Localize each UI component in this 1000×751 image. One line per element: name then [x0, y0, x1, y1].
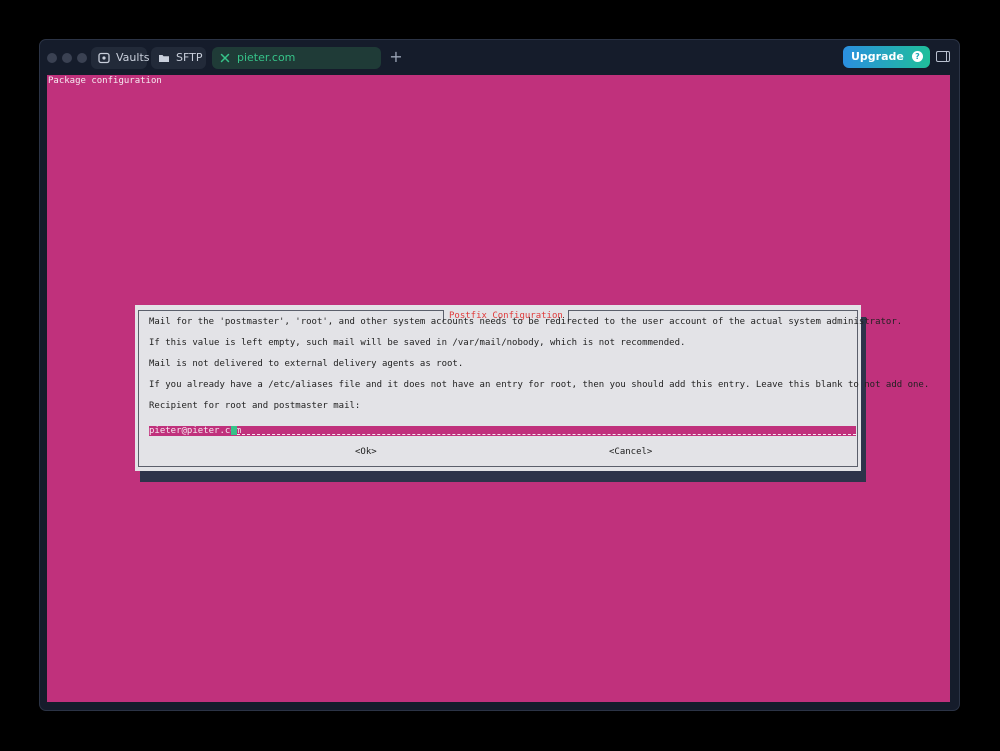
tab-vaults[interactable]: Vaults: [91, 47, 150, 69]
recipient-prompt: Recipient for root and postmaster mail:: [149, 401, 361, 411]
tab-label: Vaults: [116, 51, 150, 64]
close-window-button[interactable]: [47, 53, 57, 63]
input-fill-dashes: [237, 434, 856, 435]
postfix-dialog: Postfix Configuration Mail for the 'post…: [135, 305, 929, 471]
terminal-header: Package configuration: [48, 76, 162, 86]
sidebar-toggle-icon[interactable]: [936, 51, 950, 62]
close-tab-icon[interactable]: [219, 52, 231, 64]
new-tab-plus-icon[interactable]: +: [388, 46, 404, 68]
dialog-text-line: If you already have a /etc/aliases file …: [149, 380, 930, 390]
tab-label: pieter.com: [237, 51, 296, 64]
minimize-window-button[interactable]: [62, 53, 72, 63]
app-window: Vaults SFTP pieter.com + Upgrade now ? P…: [39, 39, 960, 711]
dialog-text-line: Mail is not delivered to external delive…: [149, 359, 464, 369]
folder-icon: [159, 55, 169, 62]
tab-sftp[interactable]: SFTP: [151, 47, 206, 69]
tab-label: SFTP: [176, 51, 203, 64]
zoom-window-button[interactable]: [77, 53, 87, 63]
terminal-view[interactable]: Package configuration Postfix Configurat…: [47, 75, 950, 702]
vault-icon: [98, 52, 110, 64]
dialog-text-line: Mail for the 'postmaster', 'root', and o…: [149, 317, 903, 327]
upgrade-now-button[interactable]: Upgrade now ?: [843, 46, 930, 85]
cancel-button[interactable]: <Cancel>: [609, 446, 652, 458]
help-icon: ?: [912, 51, 923, 62]
ok-button[interactable]: <Ok>: [355, 446, 377, 458]
tab-pieter-com[interactable]: pieter.com: [212, 47, 381, 69]
title-bar: Vaults SFTP pieter.com + Upgrade now ?: [40, 40, 959, 85]
dialog-frame: Postfix Configuration Mail for the 'post…: [138, 310, 929, 467]
recipient-input-value: pieter@pieter.com: [149, 426, 242, 436]
dialog-text-line: If this value is left empty, such mail w…: [149, 338, 686, 348]
recipient-input[interactable]: pieter@pieter.com: [149, 426, 856, 436]
